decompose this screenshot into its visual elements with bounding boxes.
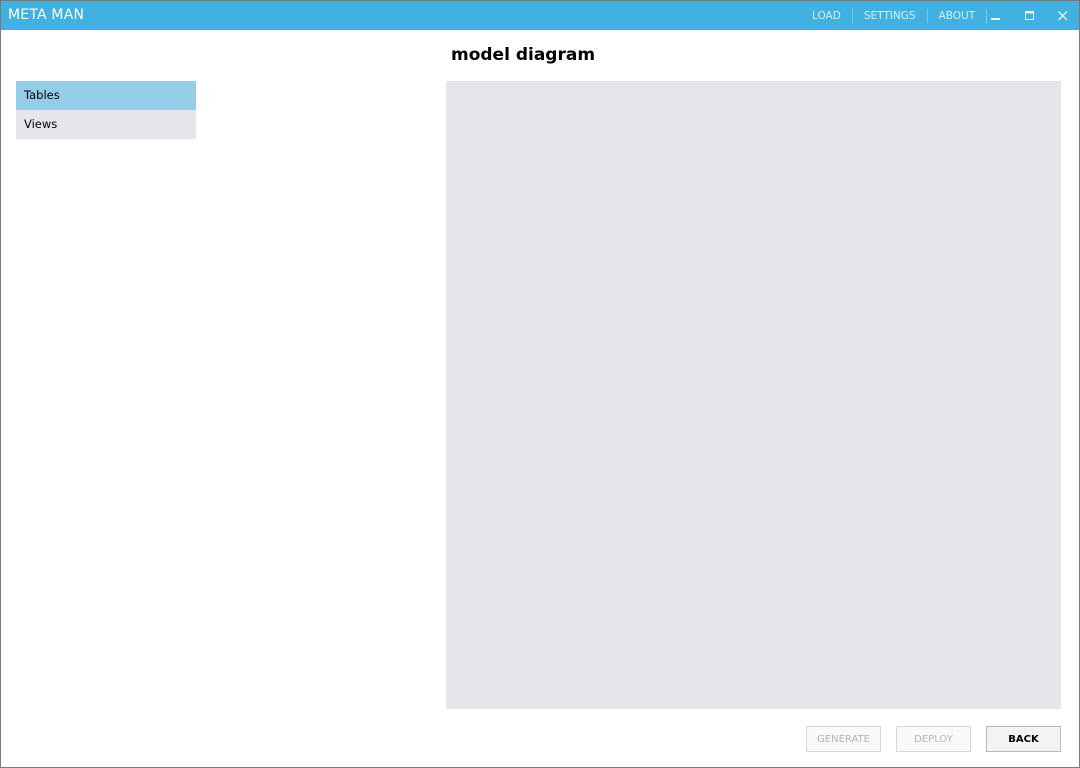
close-button[interactable] — [1046, 1, 1080, 30]
minimize-button[interactable] — [979, 1, 1013, 30]
deploy-button[interactable]: DEPLOY — [896, 726, 971, 752]
app-title: META MAN — [8, 7, 85, 23]
title-bar[interactable]: META MAN LOAD SETTINGS ABOUT — [1, 1, 1079, 30]
page-title: model diagram — [451, 45, 596, 65]
list-item-tables[interactable]: Tables — [16, 81, 196, 110]
top-menu: LOAD SETTINGS ABOUT — [801, 1, 988, 30]
maximize-button[interactable] — [1013, 1, 1047, 30]
back-button[interactable]: BACK — [986, 726, 1061, 752]
app-window: META MAN LOAD SETTINGS ABOUT model diagr… — [0, 0, 1080, 768]
menu-settings[interactable]: SETTINGS — [853, 9, 927, 23]
menu-about[interactable]: ABOUT — [928, 9, 987, 23]
list-item-views[interactable]: Views — [16, 110, 196, 139]
object-type-list: Tables Views — [16, 81, 196, 139]
close-icon — [1058, 10, 1068, 20]
minimize-icon — [991, 17, 1000, 20]
diagram-canvas[interactable] — [446, 81, 1061, 709]
menu-load[interactable]: LOAD — [801, 9, 852, 23]
generate-button[interactable]: GENERATE — [806, 726, 881, 752]
maximize-icon — [1025, 10, 1034, 20]
